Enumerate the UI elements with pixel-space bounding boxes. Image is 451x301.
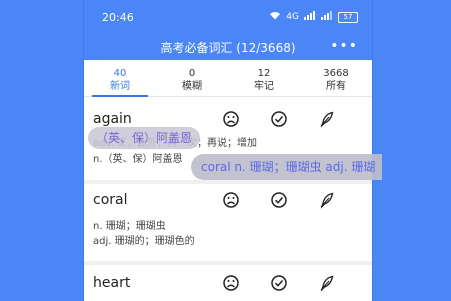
tab-label: 所有	[326, 81, 346, 92]
word-title: again	[93, 111, 132, 127]
word-card-heart[interactable]: heart	[84, 265, 372, 301]
status-icons: 4G 57	[269, 11, 358, 23]
feather-pen-icon[interactable]	[318, 110, 336, 128]
tab-all[interactable]: 3668 所有	[300, 60, 372, 96]
tab-count: 0	[188, 68, 196, 79]
tab-fuzzy[interactable]: 0 模糊	[156, 60, 228, 96]
card-actions	[222, 110, 336, 128]
status-bar: 20:46 4G 57	[84, 0, 372, 34]
sad-face-icon[interactable]	[222, 274, 240, 292]
phone-screen: 20:46 4G 57 高考必备词汇 (12/3668) ••• 40 新词 0…	[83, 0, 373, 301]
sad-face-icon[interactable]	[222, 191, 240, 209]
tab-count: 12	[257, 68, 271, 79]
title-bar: 高考必备词汇 (12/3668) •••	[84, 34, 372, 60]
translation-bubble-left[interactable]: （英、保）阿盖恩	[88, 127, 201, 149]
feather-pen-icon[interactable]	[318, 274, 336, 292]
card-actions	[222, 191, 336, 209]
word-card-coral[interactable]: coral n. 珊瑚；珊瑚虫 adj. 珊瑚的；珊瑚色的	[84, 184, 372, 261]
wifi-icon	[269, 11, 281, 23]
card-actions	[222, 274, 336, 292]
check-circle-icon[interactable]	[270, 191, 288, 209]
tab-count: 40	[113, 68, 127, 79]
tab-bar: 40 新词 0 模糊 12 牢记 3668 所有	[84, 60, 372, 97]
status-time: 20:46	[102, 10, 134, 24]
word-definition: adj. 珊瑚的；珊瑚色的	[93, 236, 195, 247]
tab-label: 牢记	[254, 81, 274, 92]
tab-new-words[interactable]: 40 新词	[84, 60, 156, 97]
word-title: heart	[93, 275, 131, 291]
word-definition: n.（英、保）阿盖恩	[93, 154, 183, 165]
signal-icon-2	[321, 11, 333, 23]
signal-icon	[304, 11, 316, 23]
translation-bubble-right[interactable]: coral n. 珊瑚；珊瑚虫 adj. 珊瑚	[191, 154, 382, 180]
tab-label: 新词	[110, 81, 130, 92]
word-title: coral	[93, 192, 128, 208]
page-title: 高考必备词汇 (12/3668)	[160, 40, 296, 55]
battery-icon: 57	[338, 11, 358, 23]
check-circle-icon[interactable]	[270, 110, 288, 128]
feather-pen-icon[interactable]	[318, 191, 336, 209]
word-definition: n. 珊瑚；珊瑚虫	[93, 221, 166, 232]
sad-face-icon[interactable]	[222, 110, 240, 128]
more-dots-icon[interactable]: •••	[330, 38, 358, 54]
tab-count: 3668	[323, 68, 349, 79]
check-circle-icon[interactable]	[270, 274, 288, 292]
tab-label: 模糊	[182, 81, 202, 92]
network-label: 4G	[286, 12, 299, 22]
tab-memorized[interactable]: 12 牢记	[228, 60, 300, 96]
